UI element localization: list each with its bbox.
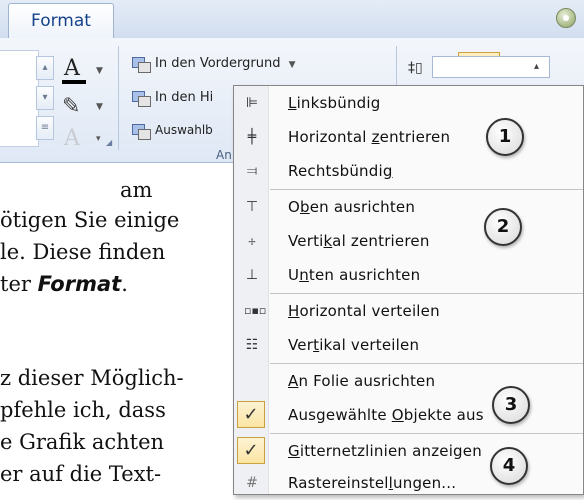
distribute-horizontal-icon: ▫▪▫ — [244, 304, 267, 317]
doc-line: z dieser Möglich- — [0, 366, 184, 390]
distribute-vertical-icon: ☷ — [245, 337, 259, 353]
bring-forward-label: In den Vordergrund — [155, 56, 281, 71]
menu-item-align-left[interactable]: ⊫ Linksbündig — [234, 86, 583, 120]
chevron-down-icon[interactable]: ▼ — [96, 66, 103, 76]
send-backward-button[interactable]: In den Hi — [132, 86, 213, 110]
menu-item-align-selected[interactable]: ✓ Ausgewählte Objekte ausn — [234, 398, 583, 432]
menu-item-label: Vertikal zentrieren — [288, 232, 430, 250]
tab-format[interactable]: Format — [8, 3, 114, 39]
align-right-icon: ⫤ — [246, 163, 258, 179]
text-fill-icon: A — [64, 56, 80, 81]
send-backward-icon — [132, 90, 151, 107]
text-fill-button[interactable]: A ▼ — [58, 56, 116, 84]
doc-line: ter Format. — [0, 272, 128, 296]
text-outline-icon[interactable]: ✎ — [62, 94, 80, 119]
callout-4: 4 — [490, 447, 528, 485]
ribbon-tab-bar: Format — [0, 0, 584, 39]
arrange-group-label: An — [216, 148, 232, 162]
menu-item-align-center[interactable]: ╪ Horizontal zentrieren — [234, 120, 583, 154]
checkmark-icon: ✓ — [237, 401, 265, 428]
menu-item-label: Horizontal zentrieren — [288, 128, 451, 146]
doc-punct: . — [121, 272, 128, 296]
align-center-icon: ╪ — [247, 129, 257, 145]
group-divider — [118, 46, 119, 150]
send-backward-label: In den Hi — [155, 90, 214, 105]
height-field[interactable]: ▴ — [432, 56, 550, 78]
chevron-down-icon[interactable]: ▾ — [96, 134, 101, 144]
doc-line: le. Diese finden — [0, 240, 166, 264]
menu-item-show-gridlines[interactable]: ✓ Gitternetzlinien anzeigen — [234, 434, 583, 468]
callout-1: 1 — [486, 118, 524, 156]
menu-item-label: An Folie ausrichten — [288, 372, 436, 390]
menu-item-label: Unten ausrichten — [288, 266, 421, 284]
selection-pane-button[interactable]: Auswahlb — [132, 118, 213, 142]
doc-line-text: ter — [0, 272, 38, 296]
gallery-scroll-up[interactable]: ▴ — [36, 56, 54, 80]
checkmark-icon: ✓ — [237, 437, 265, 464]
callout-3: 3 — [492, 386, 530, 424]
menu-item-label: Rechtsbündig — [288, 162, 393, 180]
selection-pane-icon — [132, 123, 151, 140]
menu-item-align-top[interactable]: ⊤ Oben ausrichten — [234, 190, 583, 224]
menu-item-label: Linksbündig — [288, 94, 381, 112]
menu-item-label: Vertikal verteilen — [288, 336, 420, 354]
selection-pane-label: Auswahlb — [155, 123, 213, 137]
menu-item-label: Gitternetzlinien anzeigen — [288, 442, 482, 460]
menu-item-align-middle[interactable]: ⧾ Vertikal zentrieren — [234, 224, 583, 258]
text-fill-color-bar — [62, 80, 86, 84]
grid-icon: # — [246, 475, 258, 491]
menu-item-align-right[interactable]: ⫤ Rechtsbündig — [234, 154, 583, 188]
bring-forward-button[interactable]: In den Vordergrund ▼ — [132, 52, 296, 76]
align-left-icon: ⊫ — [245, 95, 259, 111]
align-menu: ⊫ Linksbündig ╪ Horizontal zentrieren ⫤ … — [233, 85, 584, 495]
gallery-scroll-down[interactable]: ▾ — [36, 86, 54, 110]
chevron-down-icon[interactable]: ▼ — [96, 102, 103, 112]
help-icon[interactable] — [556, 8, 576, 28]
menu-item-label: Horizontal verteilen — [288, 302, 440, 320]
callout-2: 2 — [484, 208, 522, 246]
align-bottom-icon: ⊥ — [245, 267, 259, 283]
text-effects-icon[interactable]: A — [64, 126, 80, 151]
menu-item-label: Oben ausrichten — [288, 198, 416, 216]
doc-line: pfehle ich, dass — [0, 398, 166, 422]
doc-line: e Grafik achten — [0, 430, 165, 454]
menu-item-align-to-slide[interactable]: An Folie ausrichten — [234, 364, 583, 398]
align-top-icon: ⊤ — [245, 199, 259, 215]
gallery-more[interactable]: ≡ — [36, 116, 54, 140]
doc-line: er auf die Text- — [0, 462, 162, 486]
doc-line: ötigen Sie einige — [0, 208, 180, 232]
dialog-launcher-icon[interactable]: ◢ — [106, 138, 116, 148]
chevron-down-icon: ▼ — [288, 60, 296, 70]
menu-item-distribute-vertical[interactable]: ☷ Vertikal verteilen — [234, 328, 583, 362]
height-icon: ‡▯ — [408, 60, 423, 76]
doc-line: am — [120, 178, 153, 202]
wordart-styles-gallery[interactable] — [0, 50, 39, 147]
menu-item-label: Ausgewählte Objekte ausn — [288, 406, 519, 424]
menu-item-distribute-horizontal[interactable]: ▫▪▫ Horizontal verteilen — [234, 294, 583, 328]
menu-item-align-bottom[interactable]: ⊥ Unten ausrichten — [234, 258, 583, 292]
doc-bold-word: Format — [37, 272, 122, 296]
align-middle-icon: ⧾ — [248, 233, 256, 249]
bring-forward-icon — [132, 56, 151, 73]
